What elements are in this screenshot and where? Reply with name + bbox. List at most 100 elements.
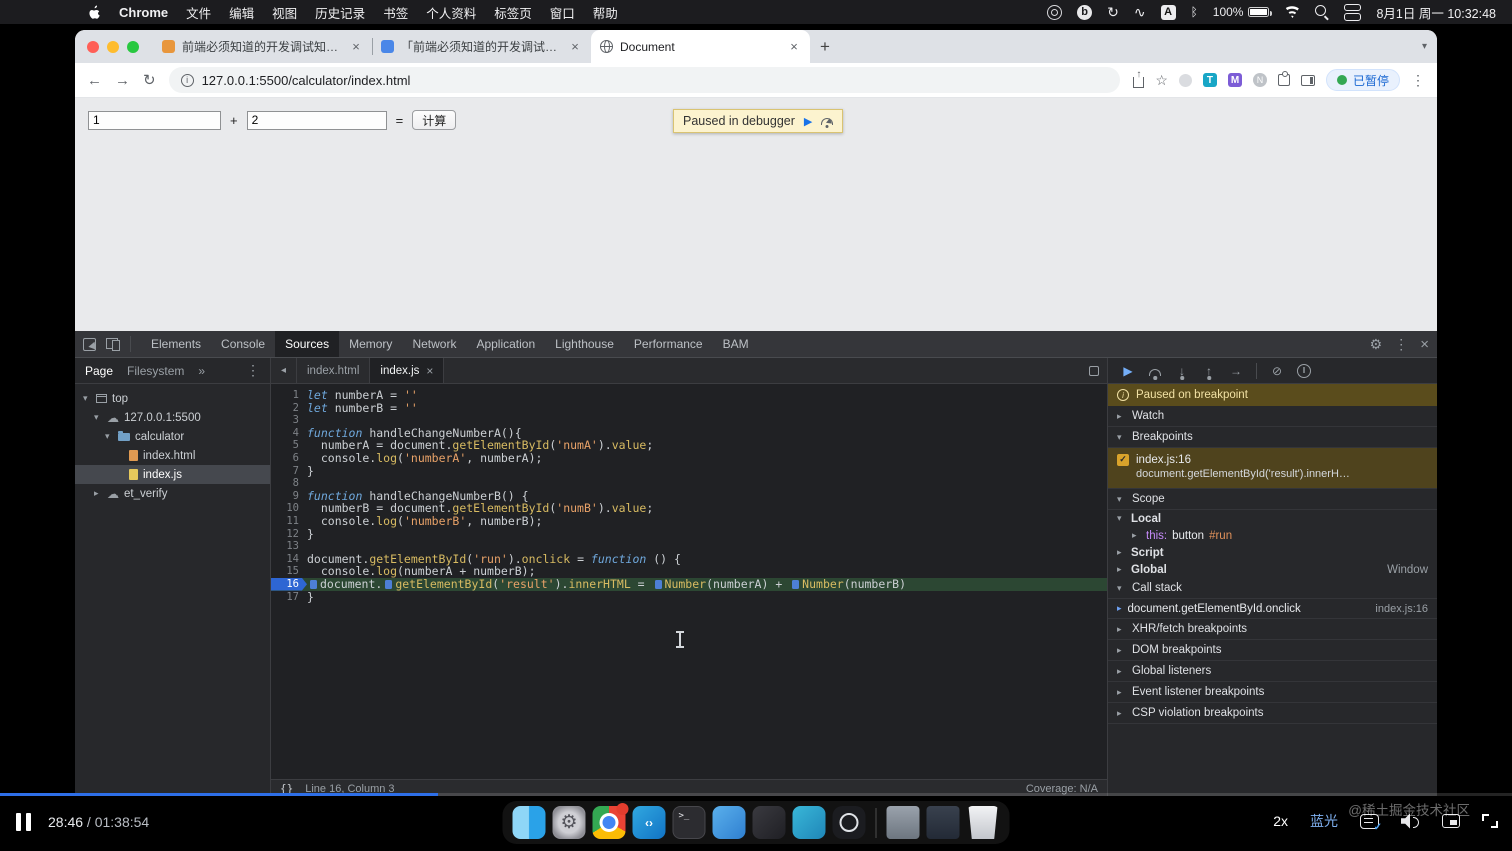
scope-global[interactable]: ▸ Global Window [1108,561,1437,578]
quality-button[interactable]: 蓝光 [1310,811,1338,831]
section-dom-breakpoints[interactable]: ▸ DOM breakpoints [1108,640,1437,661]
extension-circle-icon[interactable] [1178,73,1192,87]
dock-icon-window-1[interactable] [886,806,920,839]
browser-tab[interactable]: 前端必须知道的开发调试知识.pp × [153,30,372,63]
search-icon[interactable] [1315,5,1329,19]
menubar-item-[interactable]: 视图 [272,3,297,22]
code-line[interactable]: 7} [271,464,1107,478]
bluetooth-icon[interactable] [1191,5,1198,19]
section-scope[interactable]: ▾ Scope [1108,489,1437,510]
device-toolbar-icon[interactable] [106,337,120,351]
back-button[interactable]: ← [87,73,102,88]
inline-step-marker[interactable] [654,579,662,589]
line-number[interactable]: 15 [271,565,307,578]
address-bar[interactable]: i 127.0.0.1:5500/calculator/index.html [168,67,1121,93]
battery-icon[interactable]: 100% [1213,5,1273,19]
scope-this-entry[interactable]: ▸ this: button #run [1108,527,1437,544]
browser-tab[interactable]: Document × [591,30,810,63]
section-csp-violation-breakpoints[interactable]: ▸ CSP violation breakpoints [1108,703,1437,724]
breakpoint-entry[interactable]: ✓ index.js:16 document.getElementById('r… [1108,448,1437,489]
line-number[interactable]: 4 [271,427,307,440]
inspect-element-icon[interactable] [83,337,96,351]
side-panel-icon[interactable] [1300,74,1315,86]
code-line[interactable]: 11 console.log('numberB', numberB); [271,515,1107,528]
devtools-menu-kebab-icon[interactable]: ⋮ [1394,336,1408,353]
dock-icon-settings[interactable] [552,806,586,839]
section-xhr-fetch-breakpoints[interactable]: ▸ XHR/fetch breakpoints [1108,619,1437,640]
line-number[interactable]: 7 [271,465,307,478]
extension-t-icon[interactable]: T [1202,73,1217,87]
breakpoint-checkbox[interactable]: ✓ [1117,453,1129,466]
playback-speed-button[interactable]: 2x [1273,813,1288,829]
editor-options-icon[interactable] [1081,358,1107,383]
url-text[interactable]: 127.0.0.1:5500/calculator/index.html [202,73,411,88]
tab-close-icon[interactable]: × [787,39,801,54]
dock-icon-window-2[interactable] [926,806,960,839]
dock-icon-terminal[interactable] [672,806,706,839]
section-call-stack[interactable]: ▾ Call stack [1108,578,1437,599]
tree-expander-icon[interactable]: ▾ [105,431,116,442]
code-line[interactable]: 12} [271,527,1107,541]
sync-icon[interactable] [1107,4,1119,21]
dock-icon-app-blue[interactable] [712,806,746,839]
step-out-button[interactable]: ↑ [1202,363,1216,379]
menubar-app-name[interactable]: Chrome [119,5,168,20]
tab-close-icon[interactable]: × [426,364,433,378]
step-button[interactable]: → [1229,363,1243,379]
tree-item-index-js[interactable]: index.js [75,465,270,484]
resume-script-icon[interactable]: ▶ [804,115,812,128]
menubar-item-[interactable]: 个人资料 [426,3,476,22]
devtools-tab-lighthouse[interactable]: Lighthouse [545,331,624,357]
line-number[interactable]: 11 [271,515,307,528]
editor-tab-index-js[interactable]: index.js × [370,358,445,383]
line-number[interactable]: 9 [271,490,307,503]
line-number[interactable]: 5 [271,439,307,452]
devtools-close-icon[interactable]: × [1420,336,1429,353]
screen-rec-icon[interactable] [1047,4,1063,20]
tree-expander-icon[interactable]: ▾ [83,393,94,404]
bookmark-star-icon[interactable]: ☆ [1155,72,1168,89]
step-into-button[interactable]: ↓ [1175,363,1189,379]
toggle-navigator-icon[interactable]: ◂ [271,358,297,383]
tree-item-127-0-0-1-5500[interactable]: ▾ 127.0.0.1:5500 [75,408,270,427]
code-line[interactable]: 6 console.log('numberA', numberA); [271,452,1107,465]
devtools-tab-elements[interactable]: Elements [141,331,211,357]
menubar-item-[interactable]: 书签 [383,3,408,22]
extensions-puzzle-icon[interactable] [1277,71,1290,86]
step-over-icon[interactable] [821,117,834,125]
call-stack-frame[interactable]: ▸ document.getElementById.onclick index.… [1108,599,1437,619]
video-progress-track[interactable] [0,793,1512,796]
audio-icon[interactable] [1134,4,1146,21]
line-number[interactable]: 8 [271,477,307,490]
tree-expander-icon[interactable]: ▸ [94,488,105,499]
line-number[interactable]: 2 [271,402,307,415]
menubar-item-[interactable]: 编辑 [229,3,254,22]
pause-on-exceptions-icon[interactable]: ‖ [1297,363,1311,378]
share-icon[interactable] [1133,76,1145,88]
browser-tab[interactable]: 「前端必须知道的开发调试知识」 × [372,30,591,63]
number-a-input[interactable] [88,110,221,130]
forward-button[interactable]: → [115,73,130,88]
bilibili-icon[interactable] [1077,4,1093,20]
line-number[interactable]: 16 [271,577,307,591]
pause-button[interactable] [16,813,31,831]
apple-logo-icon[interactable] [88,4,101,20]
menubar-item-[interactable]: 历史记录 [315,3,365,22]
browser-menu-kebab-icon[interactable]: ⋮ [1411,72,1425,89]
more-tabs-icon[interactable]: » [198,364,205,378]
section-breakpoints[interactable]: ▾ Breakpoints [1108,427,1437,448]
navigator-tab-filesystem[interactable]: Filesystem [127,364,184,378]
fullscreen-icon[interactable] [1482,814,1498,828]
navigator-tab-page[interactable]: Page [85,364,113,378]
section-watch[interactable]: ▸ Watch [1108,406,1437,427]
dock-icon-vscode[interactable] [632,806,666,839]
minimize-window-button[interactable] [107,40,119,53]
devtools-tab-memory[interactable]: Memory [339,331,402,357]
line-number[interactable]: 6 [271,452,307,465]
scope-script[interactable]: ▸ Script [1108,544,1437,561]
menubar-item-[interactable]: 标签页 [494,3,532,22]
menubar-item-[interactable]: 窗口 [550,3,575,22]
zoom-window-button[interactable] [127,40,139,53]
code-line[interactable]: 17} [271,590,1107,604]
calculate-button[interactable]: 计算 [412,110,457,130]
